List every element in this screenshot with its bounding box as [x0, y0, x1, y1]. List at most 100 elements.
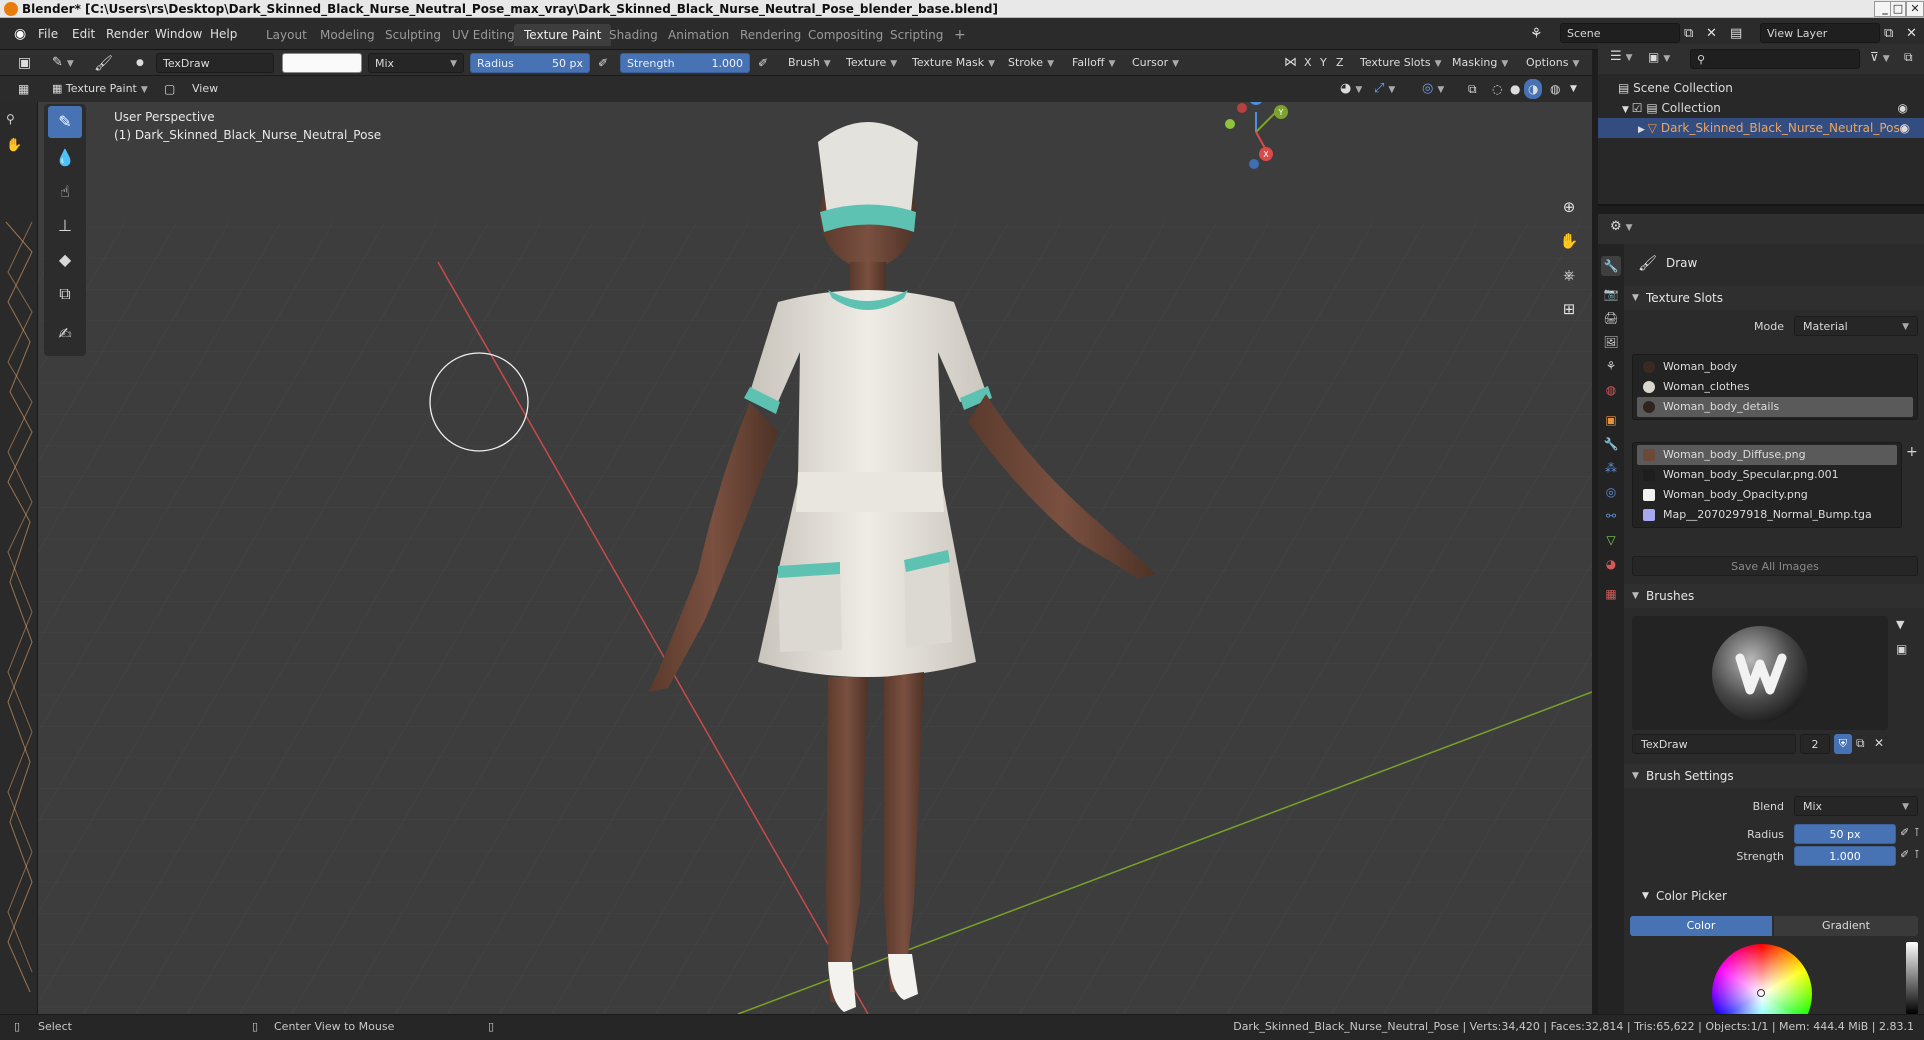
eye-icon[interactable]: ◉: [1898, 98, 1908, 118]
pan-view-icon[interactable]: ✋: [1554, 226, 1584, 256]
menu-help[interactable]: Help: [210, 25, 237, 43]
blend-dropdown[interactable]: Mix ▼: [1794, 796, 1918, 816]
checkbox-icon[interactable]: ☑: [1632, 101, 1647, 115]
strength-slider[interactable]: 1.000: [1794, 846, 1896, 866]
eye-icon[interactable]: ◉: [1900, 118, 1910, 138]
scene-tab-icon[interactable]: ⚘: [1601, 356, 1621, 376]
overlay-toggle-icon[interactable]: ◎ ▼: [1418, 79, 1448, 99]
list-item[interactable]: Woman_clothes: [1637, 377, 1913, 397]
list-item[interactable]: Woman_body_Specular.png.001: [1637, 465, 1897, 485]
radius-unit-icon[interactable]: ⊺: [1914, 826, 1920, 839]
xray-toggle-icon[interactable]: ⧉: [1464, 79, 1481, 99]
wireframe-shading-icon[interactable]: ◌: [1488, 79, 1506, 99]
radius-slider[interactable]: 50 px: [1794, 824, 1896, 844]
mode-dropdown[interactable]: Material ▼: [1794, 316, 1918, 336]
tool-tab-icon[interactable]: 🔧: [1601, 256, 1621, 276]
image-list[interactable]: Woman_body_Diffuse.png Woman_body_Specul…: [1632, 442, 1902, 528]
strength-pressure-icon[interactable]: ✐: [1900, 848, 1909, 861]
tab-texture-paint[interactable]: Texture Paint: [514, 24, 612, 46]
texture-mask-menu[interactable]: Texture Mask ▼: [908, 53, 999, 73]
scene-selector[interactable]: Scene: [1560, 23, 1680, 43]
brush-color-swatch[interactable]: [282, 53, 362, 73]
list-item[interactable]: Map__2070297918_Normal_Bump.tga: [1637, 505, 1897, 525]
new-scene-icon[interactable]: ⧉: [1684, 25, 1693, 43]
brush-settings-section[interactable]: ▼ Brush Settings: [1624, 764, 1924, 788]
object-tab-icon[interactable]: ▣: [1601, 410, 1621, 430]
list-item[interactable]: Woman_body_details: [1637, 397, 1913, 417]
mask-tool-icon[interactable]: ⧉: [48, 278, 82, 310]
view-menu[interactable]: View: [188, 79, 222, 99]
ortho-toggle-icon[interactable]: ⊞: [1554, 294, 1584, 324]
delete-scene-icon[interactable]: ✕: [1706, 25, 1717, 43]
delete-view-layer-icon[interactable]: ✕: [1906, 25, 1917, 43]
new-collection-icon[interactable]: ⧉: [1900, 47, 1917, 67]
filter-icon[interactable]: ⊽ ▼: [1866, 47, 1894, 67]
expand-arrow-icon[interactable]: ▼: [1622, 105, 1632, 115]
new-view-layer-icon[interactable]: ⧉: [1884, 25, 1893, 43]
list-item[interactable]: Woman_body_Diffuse.png: [1637, 445, 1897, 465]
physics-tab-icon[interactable]: ◎: [1601, 482, 1621, 502]
tab-uv-editing[interactable]: UV Editing: [442, 24, 525, 46]
color-tab[interactable]: Color: [1630, 916, 1772, 936]
cursor-menu[interactable]: Cursor ▼: [1128, 53, 1183, 73]
collection-row[interactable]: ▼ ☑ ▤ Collection ◉: [1622, 98, 1922, 118]
mirror-y-toggle[interactable]: Y: [1316, 53, 1331, 73]
menu-render[interactable]: Render: [106, 25, 149, 43]
solid-shading-icon[interactable]: ●: [1506, 79, 1524, 99]
save-all-images-button[interactable]: Save All Images: [1632, 556, 1918, 576]
shading-options-icon[interactable]: ▼: [1566, 79, 1581, 99]
tab-animation[interactable]: Animation: [658, 24, 739, 46]
strength-slider[interactable]: Strength 1.000: [620, 53, 750, 73]
menu-file[interactable]: File: [38, 25, 58, 43]
stroke-menu[interactable]: Stroke ▼: [1004, 53, 1058, 73]
add-image-button[interactable]: +: [1906, 444, 1918, 460]
duplicate-brush-icon[interactable]: ⧉: [1856, 736, 1865, 751]
annotate-tool-icon[interactable]: ✍: [48, 318, 82, 350]
outliner-editor-icon[interactable]: ☰ ▼: [1606, 47, 1637, 67]
menu-edit[interactable]: Edit: [72, 25, 95, 43]
masking-menu[interactable]: Masking ▼: [1448, 53, 1512, 73]
tab-layout[interactable]: Layout: [256, 24, 317, 46]
brush-menu[interactable]: Brush ▼: [784, 53, 835, 73]
object-row[interactable]: ▶ ▽ Dark_Skinned_Black_Nurse_Neutral_Pos…: [1598, 118, 1924, 138]
menu-window[interactable]: Window: [155, 25, 202, 43]
texture-menu[interactable]: Texture ▼: [842, 53, 901, 73]
gradient-tab[interactable]: Gradient: [1774, 916, 1918, 936]
value-slider[interactable]: [1906, 942, 1918, 1014]
texture-slots-menu[interactable]: Texture Slots ▼: [1356, 53, 1446, 73]
brush-users-count[interactable]: 2: [1800, 734, 1830, 754]
color-wheel[interactable]: [1712, 944, 1812, 1014]
color-picker-subsection[interactable]: ▼ Color Picker: [1624, 884, 1924, 908]
outliner-search-input[interactable]: ⚲: [1690, 49, 1860, 69]
view-layer-selector[interactable]: View Layer: [1760, 23, 1880, 43]
display-mode-icon[interactable]: ▣ ▼: [1644, 47, 1674, 67]
rendered-shading-icon[interactable]: ◍: [1546, 79, 1564, 99]
properties-editor-icon[interactable]: ⚙ ▼: [1606, 217, 1637, 237]
gizmo-toggle-icon[interactable]: ⤢ ▼: [1370, 79, 1399, 99]
data-tab-icon[interactable]: ▽: [1601, 530, 1621, 550]
unlink-brush-icon[interactable]: ✕: [1874, 736, 1884, 750]
hand-icon[interactable]: ✋: [6, 138, 22, 153]
tab-sculpting[interactable]: Sculpting: [375, 24, 451, 46]
add-workspace-button[interactable]: +: [944, 24, 976, 46]
brush-icon[interactable]: 🖌: [90, 53, 117, 73]
tab-compositing[interactable]: Compositing: [798, 24, 893, 46]
strength-unit-icon[interactable]: ⊺: [1914, 848, 1920, 861]
brush-list-toggle-icon[interactable]: ▼: [1896, 618, 1904, 631]
editor-type-icon[interactable]: ▣: [14, 53, 35, 73]
zoom-view-icon[interactable]: ⊕: [1554, 192, 1584, 222]
fill-tool-icon[interactable]: ◆: [48, 244, 82, 276]
camera-view-icon[interactable]: ⎈: [1554, 260, 1584, 290]
blend-mode-dropdown[interactable]: Mix ▼: [368, 53, 464, 73]
list-item[interactable]: Woman_body: [1637, 357, 1913, 377]
mirror-x-toggle[interactable]: X: [1300, 53, 1316, 73]
draw-tool-icon[interactable]: ✎: [48, 106, 82, 138]
texture-slots-section[interactable]: ▼ Texture Slots: [1624, 286, 1924, 310]
falloff-menu[interactable]: Falloff ▼: [1068, 53, 1119, 73]
fake-user-shield-icon[interactable]: ⛨: [1834, 734, 1852, 754]
options-menu[interactable]: Options ▼: [1522, 53, 1583, 73]
3d-viewport[interactable]: Z Y X User Perspective (1) Dark_Skinned_…: [38, 102, 1592, 1014]
brush-preview-toggle-icon[interactable]: ▣: [1896, 642, 1907, 656]
scene-collection-row[interactable]: ▤ Scene Collection: [1618, 78, 1918, 98]
material-tab-icon[interactable]: ◕: [1601, 554, 1621, 574]
